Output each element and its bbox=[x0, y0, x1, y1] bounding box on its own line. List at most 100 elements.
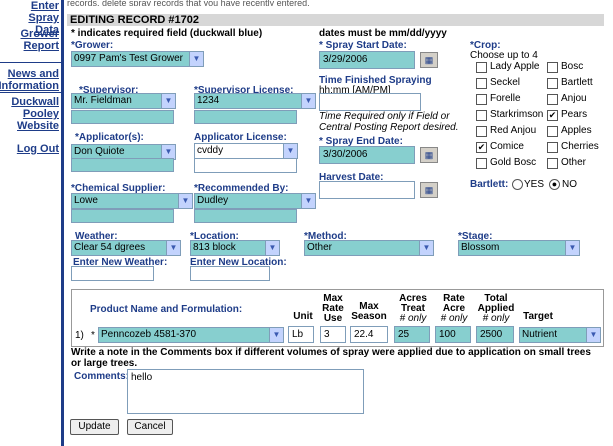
max-season-header: Max Season bbox=[350, 302, 388, 322]
crop-option-label: Seckel bbox=[490, 77, 521, 88]
target-select[interactable]: Nutrient ▼ bbox=[519, 327, 601, 343]
nav-label: Log Out bbox=[16, 143, 59, 155]
chevron-down-icon: ▼ bbox=[565, 241, 579, 255]
bartlett-no-radio[interactable]: ● bbox=[549, 179, 560, 190]
supervisor-license-value: 1234 bbox=[197, 95, 220, 106]
supervisor-license-select[interactable]: 1234 ▼ bbox=[194, 93, 316, 109]
new-weather-input[interactable] bbox=[71, 266, 154, 281]
rate-acre-header: Rate Acre # only bbox=[434, 294, 474, 324]
nav-grower-report[interactable]: Grower Report bbox=[20, 28, 59, 52]
update-button[interactable]: Update bbox=[70, 419, 119, 435]
sidebar-nav: Enter Spray Data Grower Report News and … bbox=[0, 0, 64, 446]
chemical-supplier-new-input[interactable] bbox=[71, 209, 174, 223]
crop-checkbox[interactable] bbox=[547, 78, 558, 89]
recommended-by-new-input[interactable] bbox=[194, 209, 297, 223]
record-header: EDITING RECORD #1702 bbox=[67, 14, 604, 26]
chevron-down-icon: ▼ bbox=[166, 241, 180, 255]
applicator-license-select[interactable]: cvddy ▼ bbox=[194, 143, 298, 159]
nav-news-information[interactable]: News and Information bbox=[0, 68, 59, 92]
comments-textarea[interactable]: hello bbox=[127, 369, 364, 414]
row-number: 1) bbox=[75, 330, 84, 341]
stage-select[interactable]: Blossom ▼ bbox=[458, 240, 580, 256]
weather-select[interactable]: Clear 54 dgrees ▼ bbox=[71, 240, 181, 256]
total-applied-input[interactable]: 2500 bbox=[476, 326, 514, 343]
crop-option-label: Lady Apple bbox=[490, 61, 540, 72]
header-line: Season bbox=[351, 311, 387, 322]
crop-option-label: Gold Bosc bbox=[490, 157, 537, 168]
crop-checkbox[interactable]: ✔ bbox=[476, 142, 487, 153]
total-applied-header: Total Applied # only bbox=[475, 294, 517, 324]
nav-divider bbox=[0, 62, 61, 63]
nav-label: Duckwall bbox=[11, 96, 59, 108]
applicator-new-input[interactable] bbox=[71, 158, 174, 172]
location-select[interactable]: 813 block ▼ bbox=[190, 240, 280, 256]
chevron-down-icon: ▼ bbox=[189, 52, 203, 66]
product-select[interactable]: Penncozeb 4581-370 ▼ bbox=[98, 327, 284, 343]
required-note: * indicates required field (duckwall blu… bbox=[71, 28, 263, 39]
chemical-supplier-select[interactable]: Lowe ▼ bbox=[71, 193, 193, 209]
acres-treat-input[interactable]: 25 bbox=[394, 326, 430, 343]
crop-option-label: Apples bbox=[561, 125, 592, 136]
product-header: Product Name and Formulation: bbox=[90, 304, 243, 315]
comments-label: Comments: bbox=[74, 371, 130, 382]
crop-checkbox[interactable] bbox=[547, 158, 558, 169]
recommended-by-value: Dudley bbox=[197, 195, 229, 206]
crop-checkbox[interactable] bbox=[476, 94, 487, 105]
nav-label: Enter Spray bbox=[28, 0, 59, 24]
crop-checkbox[interactable] bbox=[547, 142, 558, 153]
supervisor-license-new-input[interactable] bbox=[194, 110, 297, 124]
weather-value: Clear 54 dgrees bbox=[74, 242, 146, 253]
applicator-license-label: Applicator License: bbox=[194, 132, 287, 143]
bartlett-label: Bartlett: bbox=[470, 179, 509, 190]
applicator-value: Don Quiote bbox=[74, 146, 125, 157]
applicator-license-new-input[interactable] bbox=[194, 158, 297, 173]
crop-option-label: Comice bbox=[490, 141, 524, 152]
crop-checkbox[interactable] bbox=[476, 62, 487, 73]
crop-checkbox[interactable] bbox=[547, 62, 558, 73]
rate-acre-input[interactable]: 100 bbox=[435, 326, 471, 343]
spray-end-input[interactable]: 3/30/2006 bbox=[319, 146, 415, 164]
row-required-star: * bbox=[91, 330, 95, 341]
crop-option-label: Red Anjou bbox=[490, 125, 537, 136]
acres-treat-header: Acres Treat # only bbox=[393, 294, 433, 324]
supervisor-new-input[interactable] bbox=[71, 110, 174, 124]
crop-checkbox[interactable] bbox=[476, 78, 487, 89]
recommended-by-select[interactable]: Dudley ▼ bbox=[194, 193, 316, 209]
location-value: 813 block bbox=[193, 242, 236, 253]
crop-checkbox[interactable] bbox=[547, 126, 558, 137]
cancel-button[interactable]: Cancel bbox=[127, 419, 173, 435]
harvest-date-input[interactable] bbox=[319, 181, 415, 199]
time-finished-input[interactable] bbox=[319, 93, 421, 111]
crop-option-label: Bosc bbox=[561, 61, 584, 72]
crop-option-label: Bartlett bbox=[561, 77, 593, 88]
crop-checkbox[interactable] bbox=[547, 94, 558, 105]
crop-checkbox[interactable] bbox=[476, 158, 487, 169]
chevron-down-icon: ▼ bbox=[269, 328, 283, 342]
calendar-icon[interactable]: ▦ bbox=[420, 182, 438, 198]
supervisor-select[interactable]: Mr. Fieldman ▼ bbox=[71, 93, 176, 109]
product-value: Penncozeb 4581-370 bbox=[101, 329, 197, 340]
calendar-icon[interactable]: ▦ bbox=[420, 147, 438, 163]
nav-label: Report bbox=[23, 40, 59, 52]
chevron-down-icon: ▼ bbox=[283, 144, 297, 158]
chevron-down-icon: ▼ bbox=[161, 94, 175, 108]
nav-log-out[interactable]: Log Out bbox=[17, 143, 59, 155]
crop-checkbox[interactable] bbox=[476, 126, 487, 137]
crop-checkbox[interactable]: ✔ bbox=[547, 110, 558, 121]
method-select[interactable]: Other ▼ bbox=[304, 240, 434, 256]
crop-checkbox[interactable] bbox=[476, 110, 487, 121]
crop-option-label: Forelle bbox=[490, 93, 521, 104]
crop-hint: Choose up to 4 bbox=[470, 50, 538, 61]
chevron-down-icon: ▼ bbox=[301, 194, 315, 208]
calendar-icon[interactable]: ▦ bbox=[420, 52, 438, 68]
bartlett-yes-radio[interactable] bbox=[512, 179, 523, 190]
grower-select[interactable]: 0997 Pam's Test Grower ▼ bbox=[71, 51, 204, 67]
new-location-input[interactable] bbox=[190, 266, 270, 281]
spray-start-input[interactable]: 3/29/2006 bbox=[319, 51, 415, 69]
time-required-note: Time Required only if Field or Central P… bbox=[319, 111, 459, 133]
nav-duckwall-website[interactable]: Duckwall Pooley Website bbox=[11, 96, 59, 132]
unit-header: Unit bbox=[293, 311, 313, 322]
max-rate-field: 3 bbox=[320, 326, 346, 343]
supervisor-value: Mr. Fieldman bbox=[74, 95, 132, 106]
header-line: Use bbox=[323, 313, 343, 324]
